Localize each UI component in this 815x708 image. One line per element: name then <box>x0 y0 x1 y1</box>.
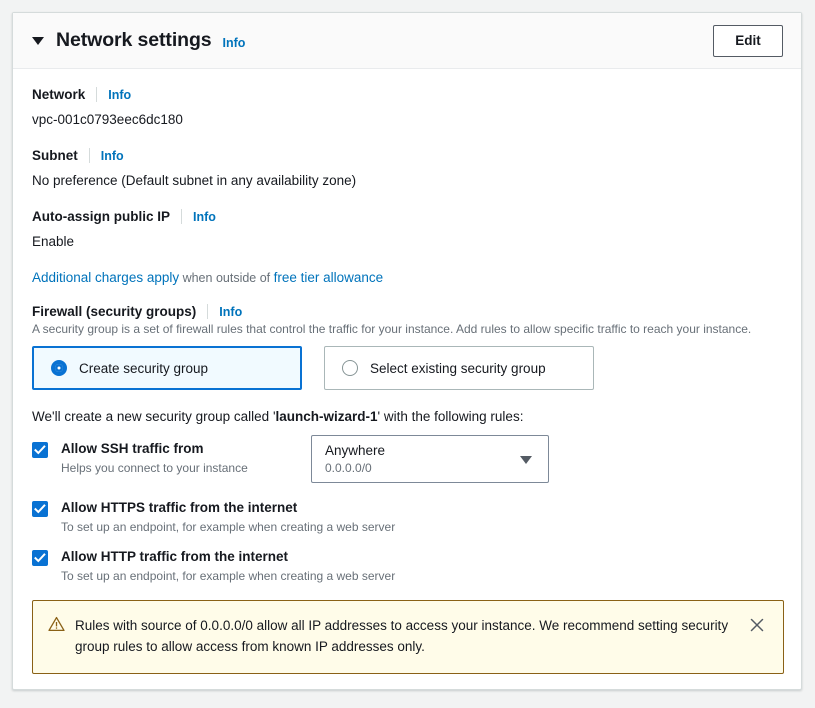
additional-charges-link[interactable]: Additional charges apply <box>32 270 179 285</box>
rule-label-ssh: Allow SSH traffic from <box>61 441 204 456</box>
auto-assign-public-ip-info-link[interactable]: Info <box>193 210 216 224</box>
warning-alert: Rules with source of 0.0.0.0/0 allow all… <box>32 600 784 674</box>
radio-tile-label: Create security group <box>79 360 209 376</box>
rule-help-http: To set up an endpoint, for example when … <box>61 569 396 583</box>
radio-tile-label: Select existing security group <box>370 360 546 376</box>
card-header: Network settings Info Edit <box>13 13 801 69</box>
close-icon[interactable] <box>748 616 768 636</box>
label-divider <box>207 304 209 319</box>
caret-down-icon[interactable] <box>32 36 44 45</box>
rule-text-http: Allow HTTP traffic from the internet To … <box>61 548 395 584</box>
network-value: vpc-001c0793eec6dc180 <box>32 112 183 127</box>
ssh-source-select[interactable]: Anywhere 0.0.0.0/0 <box>311 435 549 483</box>
firewall-info-link[interactable]: Info <box>219 305 242 319</box>
network-label-row: Network Info <box>32 87 782 102</box>
network-info-link[interactable]: Info <box>108 88 131 102</box>
auto-assign-public-ip-label-row: Auto-assign public IP Info <box>32 209 782 224</box>
rule-row-ssh: Allow SSH traffic from Helps you connect… <box>32 435 782 483</box>
header-info-link[interactable]: Info <box>223 36 246 50</box>
rule-label-http: Allow HTTP traffic from the internet <box>61 549 289 564</box>
radio-tile-create-security-group[interactable]: Create security group <box>32 346 302 390</box>
warning-triangle-icon <box>48 616 65 637</box>
radio-unselected-icon <box>342 360 358 376</box>
rule-text-https: Allow HTTPS traffic from the internet To… <box>61 499 395 535</box>
radio-tile-select-existing-security-group[interactable]: Select existing security group <box>324 346 594 390</box>
security-group-name-note: We'll create a new security group called… <box>32 409 782 424</box>
warning-alert-message: Rules with source of 0.0.0.0/0 allow all… <box>75 618 729 654</box>
label-divider <box>96 87 98 102</box>
ssh-source-cidr: 0.0.0.0/0 <box>325 461 372 475</box>
network-settings-card: Network settings Info Edit Network Info … <box>12 12 802 690</box>
ssh-source-value: Anywhere <box>325 443 386 458</box>
sg-note-prefix: We'll create a new security group called… <box>32 409 276 424</box>
firewall-options: Create security group Select existing se… <box>32 346 782 390</box>
network-label: Network <box>32 87 86 102</box>
label-divider <box>88 148 90 163</box>
auto-assign-public-ip-value: Enable <box>32 234 75 249</box>
checkbox-allow-ssh[interactable] <box>32 442 48 458</box>
free-tier-allowance-link[interactable]: free tier allowance <box>274 270 384 285</box>
firewall-label: Firewall (security groups) <box>32 304 197 319</box>
rule-help-https: To set up an endpoint, for example when … <box>61 520 396 534</box>
sg-name-value: launch-wizard-1 <box>275 409 378 424</box>
subnet-label-row: Subnet Info <box>32 148 782 163</box>
rule-row-http: Allow HTTP traffic from the internet To … <box>32 548 782 584</box>
rule-label-https: Allow HTTPS traffic from the internet <box>61 500 298 515</box>
subnet-value: No preference (Default subnet in any ava… <box>32 173 357 188</box>
firewall-label-row: Firewall (security groups) Info <box>32 304 782 319</box>
card-body: Network Info vpc-001c0793eec6dc180 Subne… <box>13 69 801 674</box>
subnet-label: Subnet <box>32 148 78 163</box>
checkbox-allow-https[interactable] <box>32 501 48 517</box>
rule-text-ssh: Allow SSH traffic from Helps you connect… <box>61 440 311 476</box>
radio-selected-icon <box>51 360 67 376</box>
checkbox-allow-http[interactable] <box>32 550 48 566</box>
auto-assign-public-ip-label: Auto-assign public IP <box>32 209 171 224</box>
subnet-info-link[interactable]: Info <box>101 149 124 163</box>
rule-help-ssh: Helps you connect to your instance <box>61 461 248 475</box>
edit-button[interactable]: Edit <box>713 24 783 57</box>
sg-note-suffix: ' with the following rules: <box>377 409 524 424</box>
page-title: Network settings <box>56 29 212 51</box>
charges-middle-text: when outside of <box>179 271 274 285</box>
label-divider <box>181 209 183 224</box>
additional-charges-note: Additional charges apply when outside of… <box>32 270 782 285</box>
rule-row-https: Allow HTTPS traffic from the internet To… <box>32 499 782 535</box>
firewall-description: A security group is a set of firewall ru… <box>32 322 752 336</box>
chevron-down-icon <box>520 456 532 464</box>
network-settings-page: Network settings Info Edit Network Info … <box>0 0 815 708</box>
